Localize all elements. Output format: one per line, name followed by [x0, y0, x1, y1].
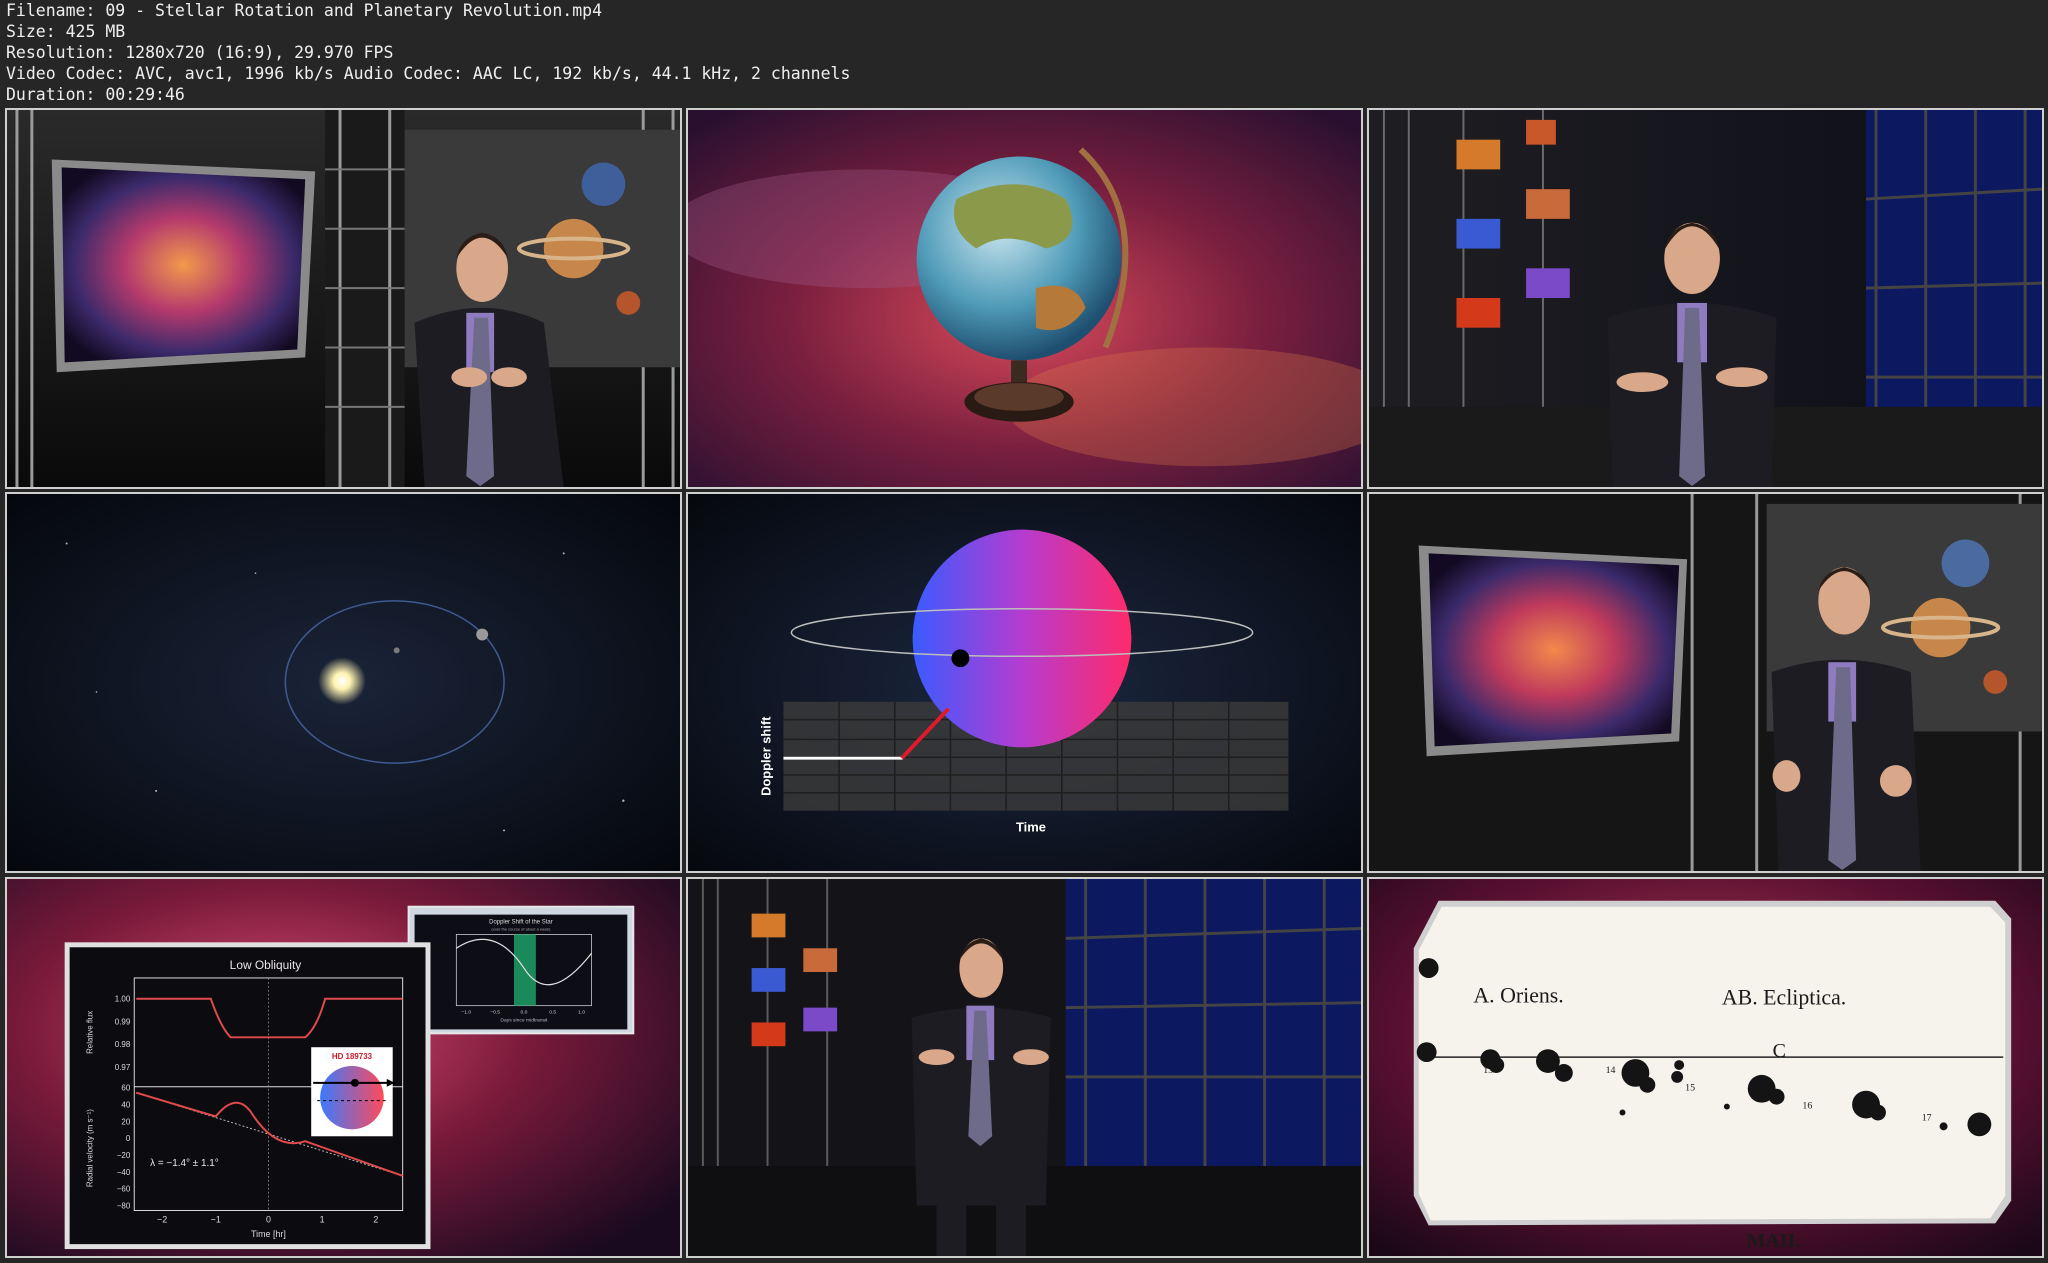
flux-tick: 0.98 [115, 1040, 131, 1049]
manuscript-scene: A. Oriens. AB. Ecliptica. C MAII. 13 14 … [1369, 879, 2042, 1256]
presenter-gallery-scene [1369, 110, 2042, 487]
thumbnail-5-doppler-shift[interactable]: Doppler shift Time [686, 492, 1363, 873]
time-tick: 0 [266, 1214, 271, 1224]
manuscript-c-label: C [1773, 1040, 1786, 1062]
star-orbit-scene [7, 494, 680, 871]
rv-tick: 60 [121, 1084, 130, 1093]
time-tick: 2 [373, 1214, 378, 1224]
rv-tick: 20 [121, 1117, 130, 1126]
file-info-header: Filename: 09 - Stellar Rotation and Plan… [6, 0, 2036, 105]
manuscript-number: 14 [1606, 1065, 1616, 1076]
manuscript-number: 15 [1685, 1083, 1695, 1094]
manuscript-right-label: AB. Ecliptica. [1722, 986, 1846, 1010]
presenter-full-scene [688, 879, 1361, 1256]
obliquity-title: Low Obliquity [230, 958, 302, 972]
manuscript-left-label: A. Oriens. [1473, 984, 1563, 1008]
thumbnail-8-presenter-full[interactable] [686, 877, 1363, 1258]
filename-text: Filename: 09 - Stellar Rotation and Plan… [6, 1, 603, 20]
obliquity-scene: Doppler Shift of the Star (over the cour… [7, 879, 680, 1256]
thumbnail-3-presenter-gallery[interactable] [1367, 108, 2044, 489]
flux-tick: 0.97 [115, 1063, 130, 1072]
inset-tick: −1.0 [461, 1010, 471, 1016]
inset-tick: 0.0 [520, 1010, 527, 1016]
inset-tick: −0.5 [490, 1010, 500, 1016]
thumbnail-1-presenter-studio[interactable] [5, 108, 682, 489]
inset-subtitle: (over the course of about a week) [491, 926, 551, 931]
duration-text: Duration: 00:29:46 [6, 85, 185, 104]
thumbnail-9-sunspot-manuscript[interactable]: A. Oriens. AB. Ecliptica. C MAII. 13 14 … [1367, 877, 2044, 1258]
manuscript-number: 16 [1802, 1101, 1812, 1112]
rv-tick: 40 [121, 1101, 130, 1110]
obliquity-xlabel: Time [hr] [251, 1229, 286, 1239]
rv-ylabel: Radial velocity (m s⁻¹) [85, 1109, 94, 1187]
flux-tick: 1.00 [115, 995, 131, 1004]
manuscript-bottom-label: MAII. [1747, 1230, 1801, 1252]
doppler-diagram: Doppler shift Time [688, 494, 1361, 871]
manuscript-page [1418, 906, 2006, 1221]
thumbnail-6-presenter-studio[interactable] [1367, 492, 2044, 873]
flux-ylabel: Relative flux [85, 1011, 94, 1054]
manuscript-number: 13 [1483, 1065, 1493, 1076]
doppler-ylabel: Doppler shift [758, 716, 773, 796]
rv-tick: −40 [117, 1168, 131, 1177]
presenter-scene [7, 110, 680, 487]
thumbnail-4-star-orbit[interactable] [5, 492, 682, 873]
time-tick: 1 [320, 1214, 325, 1224]
rv-tick: 0 [126, 1134, 131, 1143]
rv-tick: −60 [117, 1185, 131, 1194]
presenter-scene-2 [1369, 494, 2042, 871]
inset-title: Doppler Shift of the Star [489, 920, 553, 926]
time-tick: −1 [211, 1214, 221, 1224]
doppler-xlabel: Time [1016, 819, 1046, 834]
planet [951, 649, 970, 668]
globe-scene [688, 110, 1361, 487]
rv-tick: −80 [117, 1202, 131, 1211]
rv-tick: −20 [117, 1151, 131, 1160]
lambda-label: λ = −1.4° ± 1.1° [150, 1158, 219, 1169]
manuscript-number: 17 [1922, 1112, 1932, 1123]
resolution-text: Resolution: 1280x720 (16:9), 29.970 FPS [6, 43, 394, 62]
inset-xlabel: Days since midtransit [500, 1017, 548, 1023]
thumbnail-2-globe[interactable] [686, 108, 1363, 489]
thumbnail-7-low-obliquity[interactable]: Doppler Shift of the Star (over the cour… [5, 877, 682, 1258]
inset-tick: 1.0 [578, 1010, 585, 1016]
flux-tick: 0.99 [115, 1017, 131, 1026]
size-text: Size: 425 MB [6, 22, 126, 41]
inset-tick: 0.5 [549, 1010, 556, 1016]
star-label: HD 189733 [332, 1052, 373, 1061]
time-tick: −2 [157, 1214, 167, 1224]
codec-text: Video Codec: AVC, avc1, 1996 kb/s Audio … [6, 64, 851, 83]
